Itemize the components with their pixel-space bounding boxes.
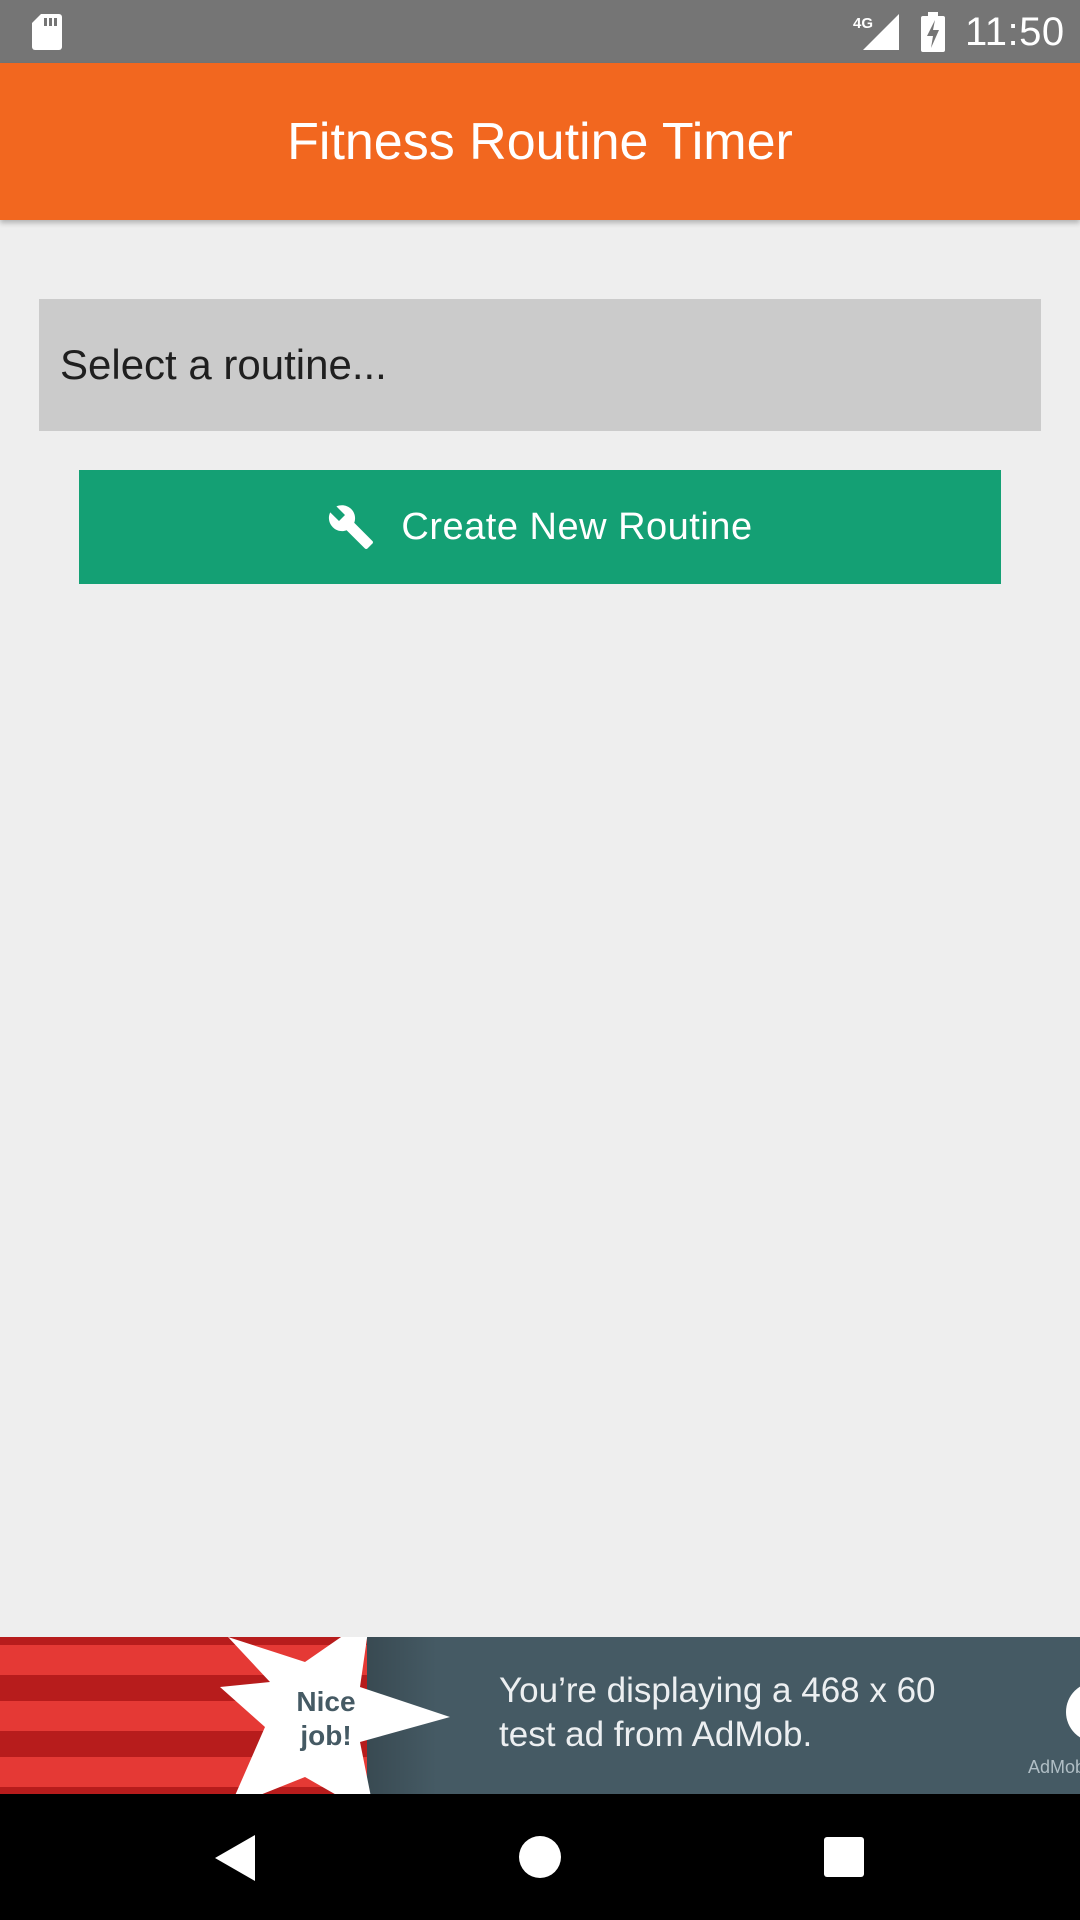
create-new-routine-button[interactable]: Create New Routine: [79, 470, 1001, 584]
wrench-icon: [329, 505, 374, 549]
ad-badge-line2: job!: [300, 1720, 352, 1751]
network-type-label: 4G: [853, 15, 873, 32]
home-icon[interactable]: [519, 1836, 561, 1878]
app-bar: Fitness Routine Timer: [0, 63, 1080, 220]
routine-select-dropdown[interactable]: Select a routine...: [39, 299, 1041, 431]
battery-charging-icon: [921, 12, 945, 52]
screen: 4G 11:50 Fitness Routine Timer Select a …: [0, 0, 1080, 1920]
status-bar: 4G 11:50: [0, 0, 1080, 63]
routine-select-placeholder: Select a routine...: [60, 341, 387, 388]
ad-message: You’re displaying a 468 x 60 test ad fro…: [499, 1671, 936, 1754]
back-icon[interactable]: [215, 1835, 255, 1881]
create-new-routine-label: Create New Routine: [401, 505, 753, 548]
ad-info-icon[interactable]: [1066, 1682, 1080, 1742]
ad-banner[interactable]: Nice job! You’re displaying a 468 x 60 t…: [0, 1637, 1080, 1794]
recents-icon[interactable]: [824, 1837, 864, 1877]
ad-badge-line1: Nice: [296, 1686, 356, 1717]
ad-logo-text: AdMob: [1028, 1757, 1080, 1777]
status-time: 11:50: [965, 10, 1065, 54]
ad-badge-text: Nice job!: [268, 1685, 384, 1753]
app-title: Fitness Routine Timer: [287, 112, 793, 171]
cellular-signal-icon: 4G: [853, 12, 901, 52]
sd-card-icon: [32, 14, 62, 50]
